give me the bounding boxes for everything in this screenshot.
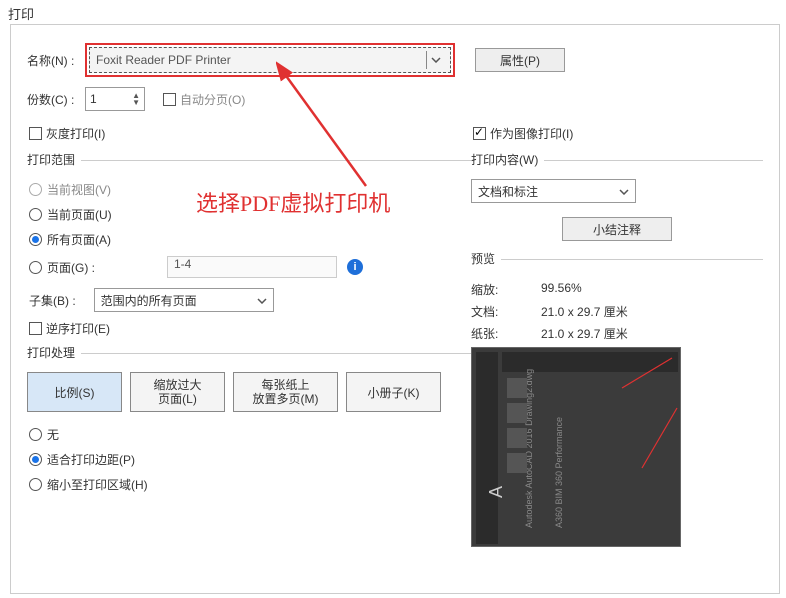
preview-divider: 预览 [471,259,763,260]
content-select[interactable]: 文档和标注 [471,179,636,203]
preview-paper-label: 纸张: [471,325,541,342]
radio-pages[interactable] [29,261,42,274]
radio-all-pages[interactable] [29,233,42,246]
preview-doc-row: 文档: 21.0 x 29.7 厘米 [471,303,763,320]
columns: 灰度打印(I) 打印范围 当前视图(V) 当前页面(U) 所有页面(A) 页面(… [27,121,763,547]
range-section-title: 打印范围 [27,151,81,168]
printer-row: 名称(N) : Foxit Reader PDF Printer 属性(P) [27,43,763,77]
radio-shrink[interactable] [29,478,42,491]
current-view-label: 当前视图(V) [47,181,111,198]
radio-fit[interactable] [29,453,42,466]
copies-value: 1 [90,92,97,106]
printer-select-value: Foxit Reader PDF Printer [96,53,231,67]
tab-scale[interactable]: 比例(S) [27,372,122,412]
none-label: 无 [47,426,59,443]
content-divider: 打印内容(W) [471,160,763,161]
preview-zoom-value: 99.56% [541,281,582,298]
reverse-checkbox[interactable] [29,322,42,335]
grayscale-label: 灰度打印(I) [46,125,105,142]
print-dialog-panel: 名称(N) : Foxit Reader PDF Printer 属性(P) 份… [10,24,780,594]
tab-multi[interactable]: 每张纸上 放置多页(M) [233,372,338,412]
radio-current-page[interactable] [29,208,42,221]
opt-shrink[interactable]: 缩小至打印区域(H) [29,476,471,493]
properties-button[interactable]: 属性(P) [475,48,565,72]
opt-pages[interactable]: 页面(G) : 1-4 i [29,256,471,278]
chevron-down-icon [619,184,629,198]
all-pages-label: 所有页面(A) [47,231,111,248]
info-icon[interactable]: i [347,259,363,275]
reverse-label: 逆序打印(E) [46,320,110,337]
preview-paper-row: 纸张: 21.0 x 29.7 厘米 [471,325,763,342]
copies-input[interactable]: 1 ▲▼ [85,87,145,111]
tab-booklet[interactable]: 小册子(K) [346,372,441,412]
fit-label: 适合打印边距(P) [47,451,135,468]
handling-divider: 打印处理 [27,353,471,354]
printer-name-label: 名称(N) : [27,52,85,69]
subset-select[interactable]: 范围内的所有页面 [94,288,274,312]
tab-zoom-big[interactable]: 缩放过大 页面(L) [130,372,225,412]
copies-row: 份数(C) : 1 ▲▼ 自动分页(O) [27,87,763,111]
opt-fit[interactable]: 适合打印边距(P) [29,451,471,468]
content-section-title: 打印内容(W) [471,151,544,168]
current-page-label: 当前页面(U) [47,206,112,223]
grayscale-checkbox[interactable] [29,127,42,140]
collate-label: 自动分页(O) [180,91,245,108]
dialog-title: 打印 [0,0,786,27]
opt-all-pages[interactable]: 所有页面(A) [29,231,471,248]
collate-checkbox[interactable] [163,93,176,106]
preview-zoom-row: 缩放: 99.56% [471,281,763,298]
summary-button[interactable]: 小结注释 [562,217,672,241]
content-value: 文档和标注 [478,183,538,200]
preview-zoom-label: 缩放: [471,281,541,298]
handling-section-title: 打印处理 [27,344,81,361]
svg-text:A: A [486,486,506,498]
range-divider: 打印范围 [27,160,471,161]
opt-none[interactable]: 无 [29,426,471,443]
radio-current-view[interactable] [29,183,42,196]
chevron-down-icon [426,51,444,69]
spinner-icon[interactable]: ▲▼ [132,92,140,106]
shrink-label: 缩小至打印区域(H) [47,476,148,493]
preview-paper-value: 21.0 x 29.7 厘米 [541,325,628,342]
preview-doc-label: 文档: [471,303,541,320]
printer-select[interactable]: Foxit Reader PDF Printer [89,47,451,73]
preview-thumbnail: Autodesk AutoCAD 2016 Drawing2.dwg A360 … [471,347,681,547]
print-as-image-checkbox[interactable] [473,127,486,140]
chevron-down-icon [257,293,267,307]
radio-none[interactable] [29,428,42,441]
svg-text:A360 BIM 360 Performance: A360 BIM 360 Performance [554,417,564,528]
subset-value: 范围内的所有页面 [101,292,197,309]
preview-doc-value: 21.0 x 29.7 厘米 [541,303,628,320]
copies-label: 份数(C) : [27,91,85,108]
handling-tabs: 比例(S) 缩放过大 页面(L) 每张纸上 放置多页(M) 小册子(K) [27,372,471,412]
pages-label: 页面(G) : [47,259,95,276]
pages-input[interactable]: 1-4 [167,256,337,278]
left-column: 灰度打印(I) 打印范围 当前视图(V) 当前页面(U) 所有页面(A) 页面(… [27,121,471,547]
annotation-note: 选择PDF虚拟打印机 [196,186,390,218]
print-as-image-label: 作为图像打印(I) [490,125,573,142]
preview-section-title: 预览 [471,250,501,267]
subset-label: 子集(B) : [29,292,76,309]
right-column: 作为图像打印(I) 打印内容(W) 文档和标注 小结注释 预览 缩放: [471,121,763,547]
printer-select-highlight: Foxit Reader PDF Printer [85,43,455,77]
